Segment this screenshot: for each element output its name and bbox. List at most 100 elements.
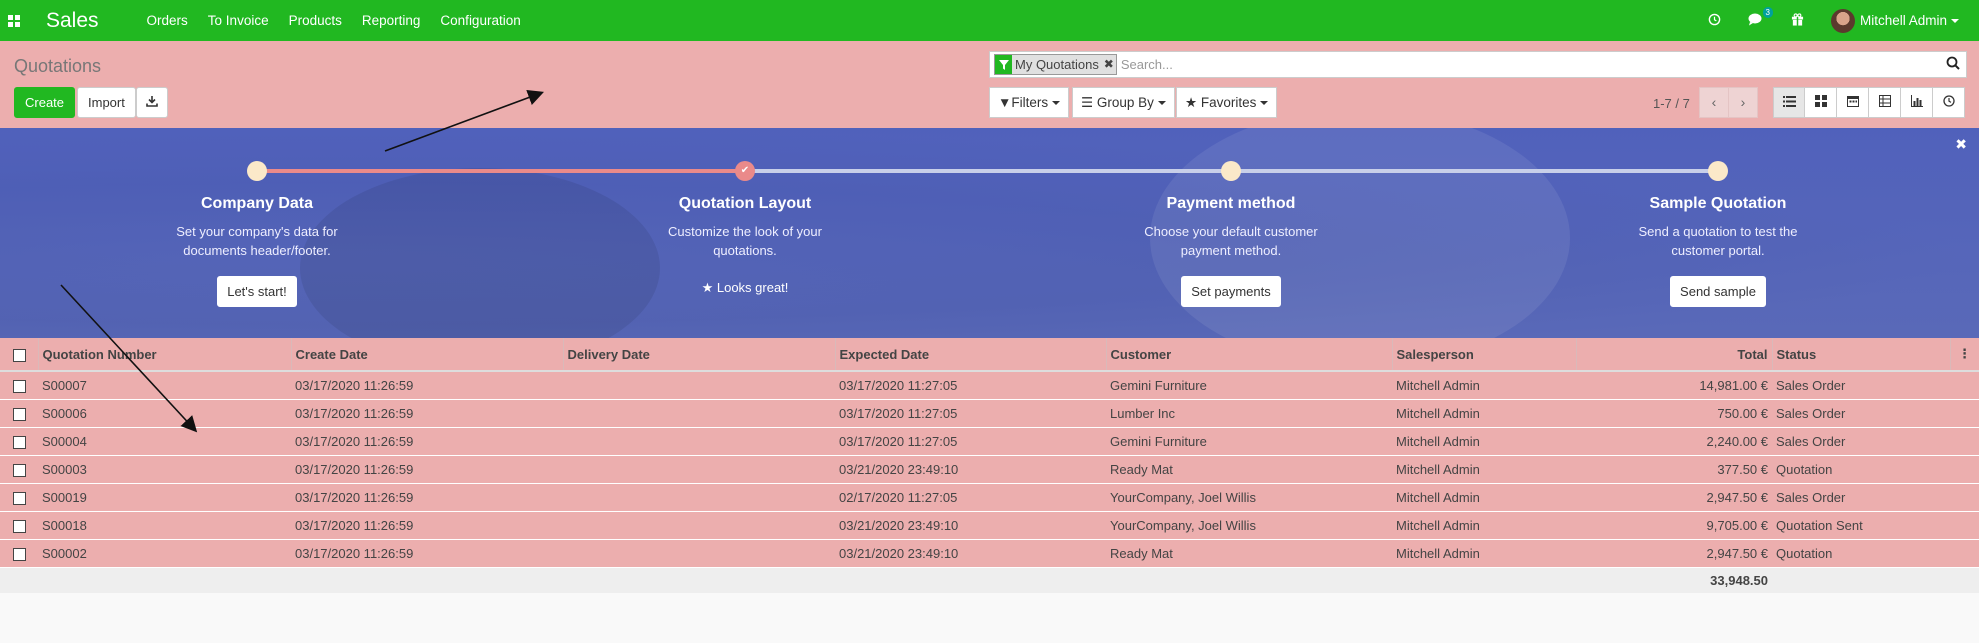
menu-reporting[interactable]: Reporting	[362, 13, 421, 28]
step-desc: customer portal.	[1671, 243, 1765, 258]
select-all-checkbox-cell	[0, 338, 39, 372]
column-expected-date[interactable]: Expected Date	[835, 338, 1107, 372]
star-icon: ★	[701, 280, 714, 295]
table-row[interactable]: S00019 03/17/2020 11:26:59 02/17/2020 11:2…	[0, 483, 1979, 512]
row-checkbox[interactable]	[13, 463, 26, 477]
top-navbar: Sales Orders To Invoice Products Reporti…	[0, 0, 1979, 41]
pager-previous-icon[interactable]: ‹	[1699, 87, 1729, 118]
app-title[interactable]: Sales	[46, 9, 99, 33]
step-title: Quotation Layout	[678, 195, 812, 212]
row-checkbox[interactable]	[13, 407, 26, 421]
search-input[interactable]	[1120, 57, 1940, 72]
clock-icon[interactable]	[1708, 13, 1721, 29]
group-by-icon: ☰	[1081, 95, 1094, 110]
filter-facet: My Quotations ✖	[994, 54, 1117, 75]
pager-value[interactable]: 1-7 / 7	[1653, 96, 1690, 111]
download-button[interactable]	[136, 87, 168, 118]
table-row[interactable]: S00007 03/17/2020 11:26:59 03/17/2020 11:2…	[0, 371, 1979, 400]
column-delivery-date[interactable]: Delivery Date	[563, 338, 836, 372]
cell-salesperson: Mitchell Admin	[1392, 483, 1576, 512]
apps-icon[interactable]	[8, 14, 20, 27]
facet-remove-icon[interactable]: ✖	[1102, 55, 1116, 74]
cell-spacer	[1950, 427, 1979, 456]
step-payment-method: Payment method Choose your default custo…	[1111, 195, 1351, 307]
menu-configuration[interactable]: Configuration	[440, 13, 520, 28]
cell-quotation-number: S00006	[38, 399, 291, 428]
facet-label: My Quotations	[1015, 57, 1099, 72]
send-sample-button[interactable]: Send sample	[1670, 276, 1766, 307]
favorites-dropdown[interactable]: ★ Favorites	[1176, 87, 1278, 118]
cell-total: 2,947.50 €	[1576, 539, 1772, 568]
table-row[interactable]: S00002 03/17/2020 11:26:59 03/21/2020 23:4…	[0, 539, 1979, 568]
chat-icon[interactable]: 3	[1748, 6, 1773, 29]
cell-create-date: 03/17/2020 11:26:59	[291, 399, 563, 428]
activity-view-icon[interactable]	[1933, 87, 1965, 118]
cell-customer: YourCompany, Joel Willis	[1106, 483, 1392, 512]
cell-quotation-number: S00007	[38, 371, 291, 400]
table-row[interactable]: S00004 03/17/2020 11:26:59 03/17/2020 11:2…	[0, 427, 1979, 456]
create-button[interactable]: Create	[14, 87, 76, 118]
cell-total: 9,705.00 €	[1576, 511, 1772, 540]
navbar-systray: 3 Mitchell Admin	[1708, 0, 1979, 41]
cell-delivery-date	[563, 511, 835, 540]
cell-total: 2,240.00 €	[1576, 427, 1772, 456]
pager-next-icon[interactable]: ›	[1728, 87, 1758, 118]
row-checkbox[interactable]	[13, 519, 26, 533]
list-view-icon[interactable]	[1773, 87, 1805, 118]
row-checkbox[interactable]	[13, 379, 26, 393]
table-row[interactable]: S00018 03/17/2020 11:26:59 03/21/2020 23:4…	[0, 511, 1979, 540]
cell-customer: Ready Mat	[1106, 539, 1392, 568]
cell-delivery-date	[563, 427, 835, 456]
user-menu[interactable]: Mitchell Admin	[1860, 13, 1959, 28]
lets-start-button[interactable]: Let's start!	[217, 276, 297, 307]
user-avatar[interactable]	[1830, 8, 1855, 33]
favorites-label: Favorites	[1200, 95, 1257, 110]
step-dot-company-data	[247, 161, 267, 181]
table-row[interactable]: S00006 03/17/2020 11:26:59 03/17/2020 11:2…	[0, 399, 1979, 428]
cell-expected-date: 03/21/2020 23:49:10	[835, 539, 1106, 568]
close-icon[interactable]: ✖	[1955, 136, 1967, 153]
column-quotation-number[interactable]: Quotation Number	[38, 338, 292, 372]
step-title: Payment method	[1166, 195, 1296, 212]
cell-quotation-number: S00003	[38, 455, 291, 484]
import-button[interactable]: Import	[77, 87, 136, 118]
cell-salesperson: Mitchell Admin	[1392, 371, 1576, 400]
row-checkbox[interactable]	[13, 491, 26, 505]
calendar-view-icon[interactable]	[1837, 87, 1869, 118]
cell-salesperson: Mitchell Admin	[1392, 539, 1576, 568]
column-options-icon[interactable]: ⋮	[1950, 338, 1979, 372]
table-header-row: Quotation Number Create Date Delivery Da…	[0, 338, 1979, 372]
graph-view-icon[interactable]	[1901, 87, 1933, 118]
gift-icon[interactable]	[1791, 12, 1804, 29]
column-salesperson[interactable]: Salesperson	[1392, 338, 1577, 372]
step-desc: Send a quotation to test the	[1638, 224, 1798, 239]
column-create-date[interactable]: Create Date	[291, 338, 564, 372]
cell-expected-date: 03/21/2020 23:49:10	[835, 455, 1106, 484]
search-bar: My Quotations ✖	[989, 51, 1967, 78]
user-name: Mitchell Admin	[1859, 13, 1947, 28]
filters-dropdown[interactable]: ▼Filters	[989, 87, 1070, 118]
step-desc: quotations.	[713, 243, 777, 258]
menu-to-invoice[interactable]: To Invoice	[208, 13, 269, 28]
table-row[interactable]: S00003 03/17/2020 11:26:59 03/21/2020 23:4…	[0, 455, 1979, 484]
cell-status: Sales Order	[1772, 483, 1950, 512]
column-status[interactable]: Status	[1772, 338, 1951, 372]
row-checkbox[interactable]	[13, 435, 26, 449]
menu-orders[interactable]: Orders	[147, 13, 188, 28]
column-total[interactable]: Total	[1576, 338, 1773, 372]
cell-spacer	[1950, 371, 1979, 400]
select-all-checkbox[interactable]	[13, 348, 26, 362]
kanban-view-icon[interactable]	[1805, 87, 1837, 118]
column-customer[interactable]: Customer	[1106, 338, 1393, 372]
cell-expected-date: 03/17/2020 11:27:05	[835, 427, 1106, 456]
pivot-view-icon[interactable]	[1869, 87, 1901, 118]
menu-products[interactable]: Products	[289, 13, 342, 28]
search-icon[interactable]	[1940, 56, 1966, 73]
page-title: Quotations	[14, 56, 102, 76]
cell-status: Sales Order	[1772, 399, 1950, 428]
row-checkbox[interactable]	[13, 547, 26, 561]
groupby-dropdown[interactable]: ☰ Group By	[1072, 87, 1175, 118]
cell-salesperson: Mitchell Admin	[1392, 399, 1576, 428]
cell-total: 377.50 €	[1576, 455, 1772, 484]
set-payments-button[interactable]: Set payments	[1181, 276, 1281, 307]
